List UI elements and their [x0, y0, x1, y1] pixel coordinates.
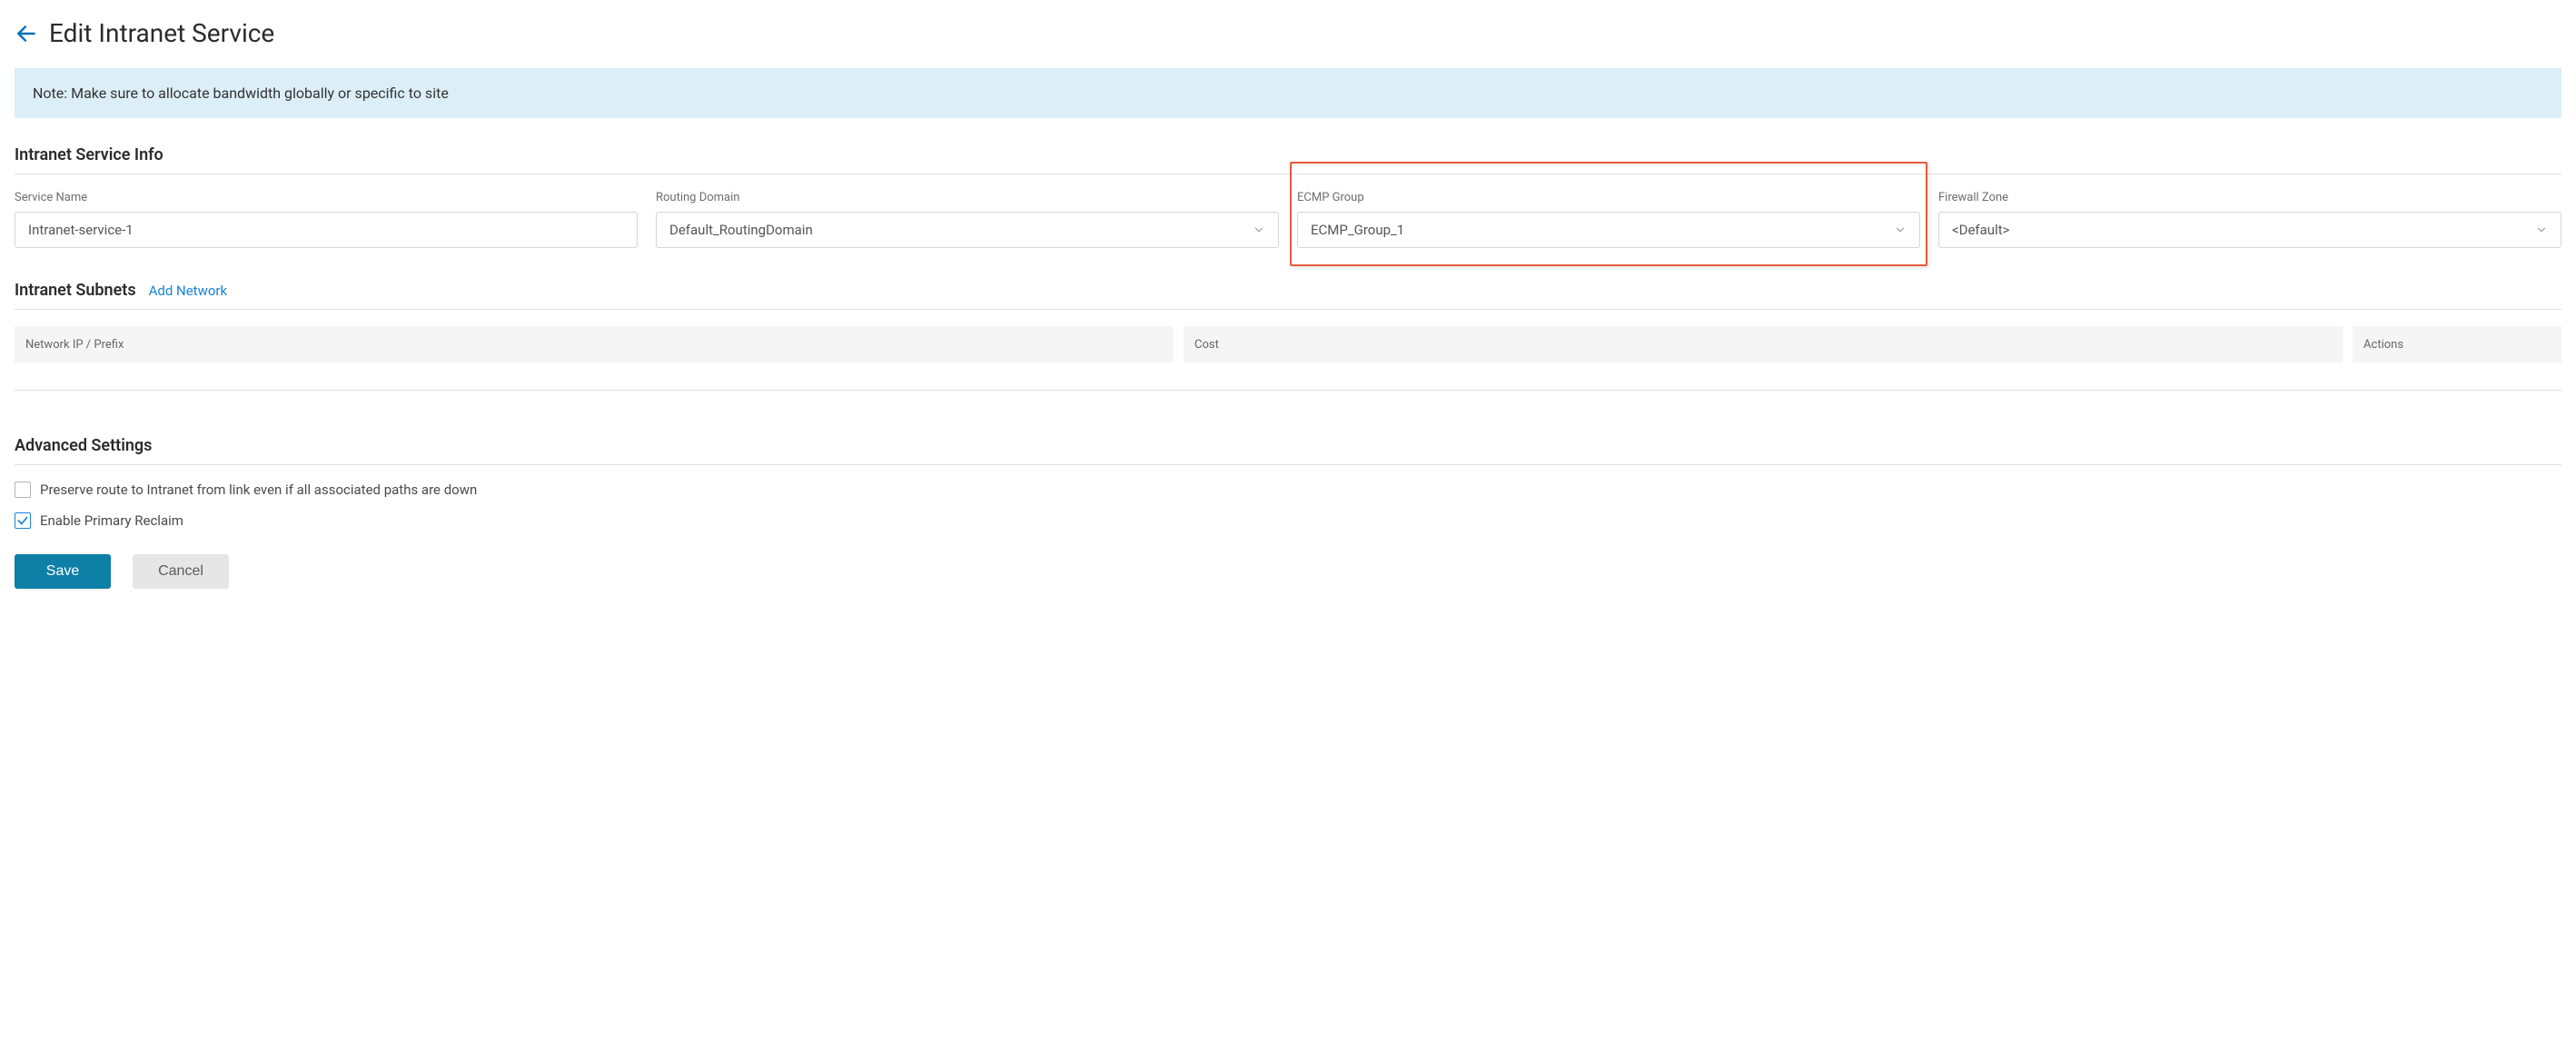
- routing-domain-field: Routing Domain Default_RoutingDomain: [656, 191, 1279, 248]
- chevron-down-icon: [2535, 224, 2548, 236]
- firewall-zone-field: Firewall Zone <Default>: [1938, 191, 2561, 248]
- col-cost: Cost: [1184, 338, 2343, 352]
- ecmp-group-label: ECMP Group: [1297, 191, 1920, 204]
- note-banner: Note: Make sure to allocate bandwidth gl…: [15, 68, 2561, 118]
- firewall-zone-select[interactable]: <Default>: [1938, 212, 2561, 248]
- chevron-down-icon: [1253, 224, 1265, 236]
- enable-primary-reclaim-row: Enable Primary Reclaim: [15, 512, 2561, 529]
- preserve-route-checkbox[interactable]: [15, 482, 31, 498]
- service-name-label: Service Name: [15, 191, 638, 204]
- info-section: Intranet Service Info Service Name Intra…: [15, 145, 2561, 248]
- save-button[interactable]: Save: [15, 554, 111, 589]
- chevron-down-icon: [1894, 224, 1907, 236]
- subnet-table: Network IP / Prefix Cost Actions: [15, 326, 2561, 363]
- enable-primary-reclaim-checkbox[interactable]: [15, 512, 31, 529]
- info-heading: Intranet Service Info: [15, 145, 163, 164]
- subnets-heading: Intranet Subnets: [15, 281, 136, 300]
- service-name-input[interactable]: Intranet-service-1: [15, 212, 638, 248]
- cancel-button[interactable]: Cancel: [133, 554, 229, 589]
- check-icon: [16, 514, 29, 527]
- col-gap: [2343, 326, 2353, 363]
- page-title: Edit Intranet Service: [49, 18, 274, 48]
- routing-domain-value: Default_RoutingDomain: [669, 222, 813, 238]
- preserve-route-label: Preserve route to Intranet from link eve…: [40, 482, 477, 498]
- section-divider: [15, 464, 2561, 465]
- add-network-link[interactable]: Add Network: [149, 283, 228, 299]
- routing-domain-select[interactable]: Default_RoutingDomain: [656, 212, 1279, 248]
- ecmp-group-field: ECMP Group ECMP_Group_1: [1297, 191, 1920, 248]
- firewall-zone-value: <Default>: [1952, 222, 2009, 238]
- info-field-row: Service Name Intranet-service-1 Routing …: [15, 191, 2561, 248]
- service-name-value: Intranet-service-1: [28, 222, 134, 238]
- preserve-route-row: Preserve route to Intranet from link eve…: [15, 482, 2561, 498]
- col-actions: Actions: [2353, 338, 2561, 352]
- back-arrow-icon[interactable]: [15, 22, 38, 45]
- section-divider: [15, 309, 2561, 310]
- col-network-ip: Network IP / Prefix: [15, 338, 1174, 352]
- col-gap: [1174, 326, 1184, 363]
- table-bottom-divider: [15, 390, 2561, 391]
- subnet-table-header: Network IP / Prefix Cost Actions: [15, 326, 2561, 363]
- service-name-field: Service Name Intranet-service-1: [15, 191, 638, 248]
- firewall-zone-label: Firewall Zone: [1938, 191, 2561, 204]
- routing-domain-label: Routing Domain: [656, 191, 1279, 204]
- ecmp-group-select[interactable]: ECMP_Group_1: [1297, 212, 1920, 248]
- advanced-heading: Advanced Settings: [15, 436, 152, 455]
- subnets-section: Intranet Subnets Add Network Network IP …: [15, 281, 2561, 391]
- ecmp-group-value: ECMP_Group_1: [1311, 222, 1404, 238]
- page-header: Edit Intranet Service: [15, 18, 2561, 48]
- button-row: Save Cancel: [15, 554, 2561, 589]
- enable-primary-reclaim-label: Enable Primary Reclaim: [40, 512, 183, 529]
- advanced-section: Advanced Settings Preserve route to Intr…: [15, 436, 2561, 589]
